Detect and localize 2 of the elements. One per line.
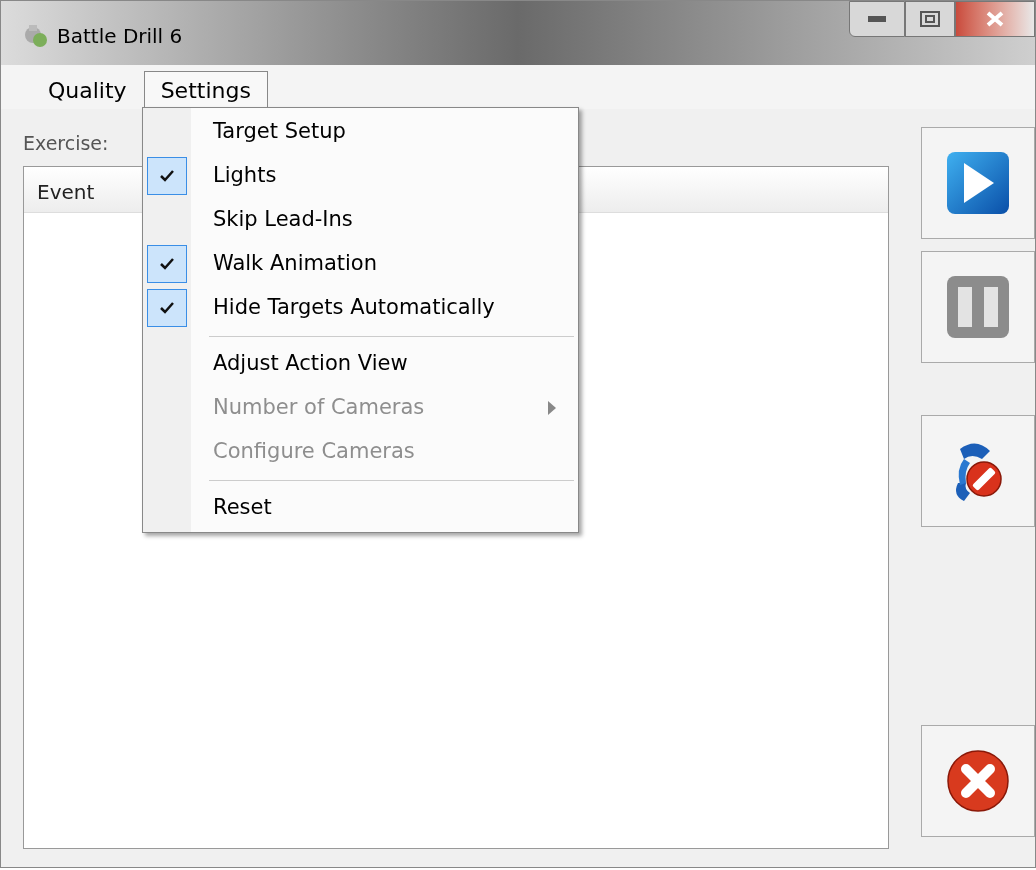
exercise-label: Exercise: (23, 131, 109, 156)
window-title: Battle Drill 6 (57, 23, 183, 50)
